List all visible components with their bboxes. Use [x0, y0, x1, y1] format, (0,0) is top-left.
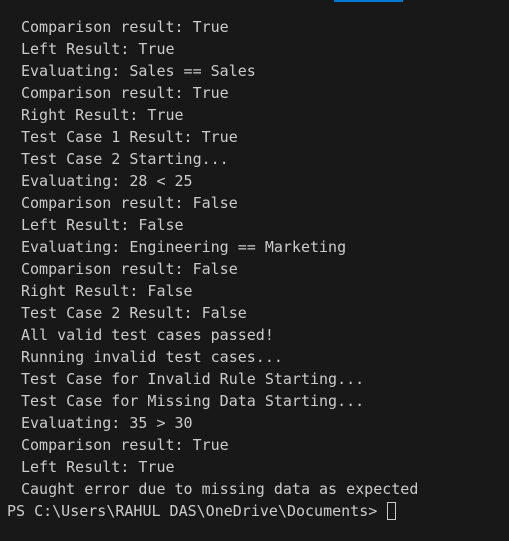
output-line: Right Result: False	[21, 282, 193, 300]
terminal-panel[interactable]: Comparison result: True Left Result: Tru…	[0, 0, 509, 541]
output-line: Test Case for Missing Data Starting...	[21, 392, 365, 410]
output-line: Right Result: True	[21, 106, 184, 124]
prompt-path: PS C:\Users\RAHUL DAS\OneDrive\Documents…	[7, 502, 387, 520]
text-cursor	[387, 502, 397, 520]
output-line: Comparison result: False	[21, 194, 238, 212]
output-line: Evaluating: 28 < 25	[21, 172, 193, 190]
output-line: Comparison result: True	[21, 436, 229, 454]
terminal-prompt[interactable]: PS C:\Users\RAHUL DAS\OneDrive\Documents…	[7, 500, 495, 522]
output-line: Evaluating: 35 > 30	[21, 414, 193, 432]
output-line: Test Case 2 Starting...	[21, 150, 229, 168]
output-line: Comparison result: True	[21, 18, 229, 36]
output-line: Evaluating: Engineering == Marketing	[21, 238, 347, 256]
output-line: Test Case 2 Result: False	[21, 304, 247, 322]
output-line: Comparison result: True	[21, 84, 229, 102]
output-line: Left Result: False	[21, 216, 184, 234]
output-line: Left Result: True	[21, 40, 175, 58]
output-line: Test Case for Invalid Rule Starting...	[21, 370, 365, 388]
output-line: Comparison result: False	[21, 260, 238, 278]
output-line: Running invalid test cases...	[21, 348, 283, 366]
output-line: Caught error due to missing data as expe…	[21, 480, 419, 498]
output-line: Left Result: True	[21, 458, 175, 476]
output-line: Evaluating: Sales == Sales	[21, 62, 256, 80]
active-tab-indicator	[334, 0, 403, 2]
output-line: Test Case 1 Result: True	[21, 128, 238, 146]
output-line: All valid test cases passed!	[21, 326, 274, 344]
